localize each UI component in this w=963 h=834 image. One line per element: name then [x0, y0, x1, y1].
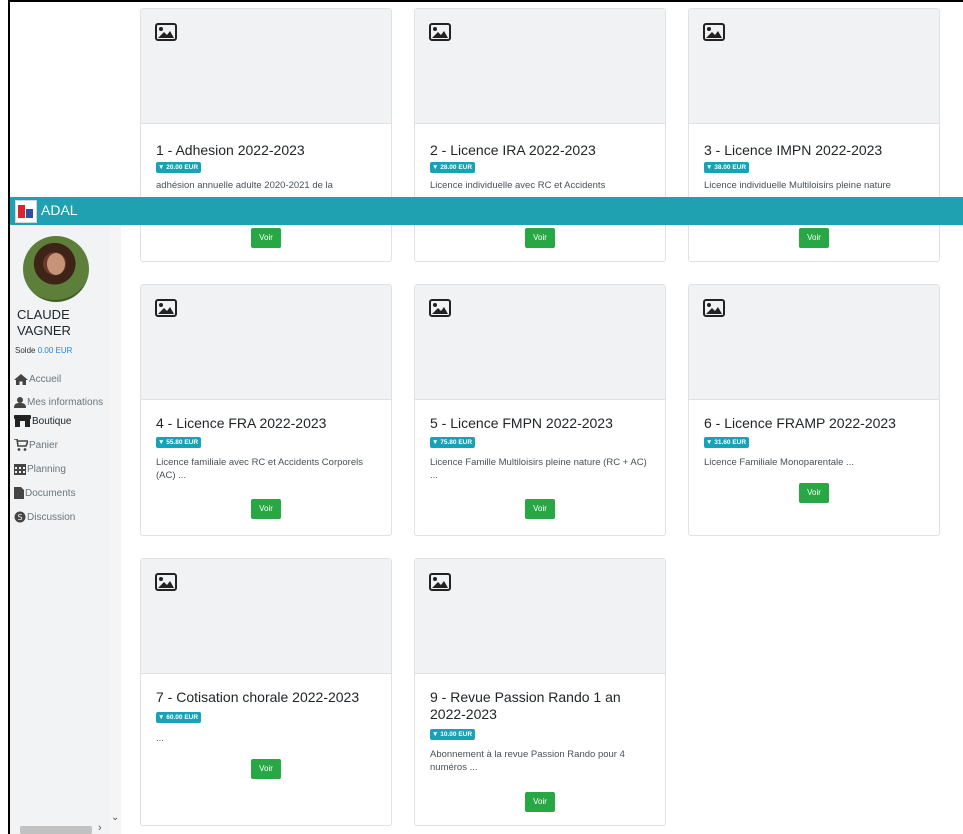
- user-icon: [14, 396, 26, 408]
- product-description: adhésion annuelle adulte 2020-2021 de la: [156, 180, 333, 191]
- price-badge: ▼ 31.60 EUR: [704, 437, 750, 448]
- image-icon: [429, 573, 451, 591]
- chevron-down-icon[interactable]: ⌄: [111, 812, 119, 823]
- product-image-placeholder: [141, 559, 391, 674]
- product-card: 5 - Licence FMPN 2022-2023 ▼ 75.80 EUR L…: [414, 284, 666, 536]
- product-image-placeholder: [415, 9, 665, 124]
- home-icon: [14, 373, 28, 385]
- product-description: Licence familiale avec RC et Accidents C…: [156, 457, 363, 481]
- voir-button[interactable]: Voir: [525, 792, 555, 812]
- price-badge: ▼ 28.00 EUR: [430, 162, 476, 173]
- user-avatar: [23, 236, 89, 302]
- product-card: 4 - Licence FRA 2022-2023 ▼ 55.80 EUR Li…: [140, 284, 392, 536]
- product-title[interactable]: 9 - Revue Passion Rando 1 an 2022-2023: [430, 689, 655, 723]
- product-title[interactable]: 1 - Adhesion 2022-2023: [156, 142, 381, 159]
- price-badge: ▼ 75.80 EUR: [430, 437, 476, 448]
- product-title[interactable]: 6 - Licence FRAMP 2022-2023: [704, 415, 929, 432]
- voir-button[interactable]: Voir: [799, 483, 829, 503]
- product-title[interactable]: 2 - Licence IRA 2022-2023: [430, 142, 655, 159]
- app-header: ADAL: [10, 197, 963, 225]
- image-icon: [155, 299, 177, 317]
- app-title[interactable]: ADAL: [41, 202, 78, 218]
- product-image-placeholder: [415, 559, 665, 674]
- sidebar: CLAUDE VAGNER Solde 0.00 EUR Accueil Mes…: [10, 225, 109, 834]
- product-description: Abonnement à la revue Passion Rando pour…: [430, 749, 625, 773]
- product-title[interactable]: 7 - Cotisation chorale 2022-2023: [156, 689, 381, 706]
- file-icon: [14, 487, 24, 500]
- sidebar-item-discussion[interactable]: S Discussion: [14, 511, 109, 524]
- price-badge: ▼ 55.80 EUR: [156, 437, 202, 448]
- image-icon: [155, 573, 177, 591]
- product-card: 7 - Cotisation chorale 2022-2023 ▼ 60.00…: [140, 558, 392, 826]
- product-description: Licence Familiale Monoparentale ...: [704, 457, 854, 468]
- image-icon: [429, 23, 451, 41]
- sidebar-scrollbar[interactable]: [109, 225, 121, 834]
- product-image-placeholder: [141, 9, 391, 124]
- product-title[interactable]: 5 - Licence FMPN 2022-2023: [430, 415, 655, 432]
- sidebar-item-mes-informations[interactable]: Mes informations: [14, 396, 109, 409]
- sidebar-item-planning[interactable]: Planning: [14, 463, 109, 476]
- product-image-placeholder: [689, 285, 939, 400]
- price-badge: ▼ 10.00 EUR: [430, 729, 476, 740]
- product-description: Licence individuelle Multiloisirs pleine…: [704, 180, 891, 191]
- product-image-placeholder: [141, 285, 391, 400]
- voir-button[interactable]: Voir: [251, 228, 281, 248]
- image-icon: [703, 23, 725, 41]
- user-balance: Solde 0.00 EUR: [15, 346, 73, 355]
- store-icon: [14, 415, 31, 428]
- product-card: 6 - Licence FRAMP 2022-2023 ▼ 31.60 EUR …: [688, 284, 940, 536]
- product-image-placeholder: [415, 285, 665, 400]
- horizontal-scrollbar-thumb[interactable]: [20, 826, 92, 834]
- voir-button[interactable]: Voir: [799, 228, 829, 248]
- chat-icon: S: [14, 511, 26, 523]
- chevron-right-icon[interactable]: ›: [98, 822, 102, 834]
- price-badge: ▼ 20.00 EUR: [156, 162, 202, 173]
- window-border-top: [8, 0, 963, 2]
- svg-text:S: S: [17, 513, 22, 522]
- sidebar-nav: Accueil Mes informations Boutique Panier…: [14, 373, 109, 524]
- price-badge: ▼ 60.00 EUR: [156, 712, 202, 723]
- price-badge: ▼ 38.00 EUR: [704, 162, 750, 173]
- voir-button[interactable]: Voir: [525, 228, 555, 248]
- image-icon: [429, 299, 451, 317]
- product-title[interactable]: 3 - Licence IMPN 2022-2023: [704, 142, 929, 159]
- product-title[interactable]: 4 - Licence FRA 2022-2023: [156, 415, 381, 432]
- cart-icon: [14, 439, 28, 452]
- sidebar-item-boutique[interactable]: Boutique: [14, 415, 109, 428]
- sidebar-item-panier[interactable]: Panier: [14, 439, 109, 452]
- product-description: Licence individuelle avec RC et Accident…: [430, 180, 606, 191]
- user-name: CLAUDE VAGNER: [17, 307, 71, 338]
- calendar-icon: [14, 464, 26, 476]
- image-icon: [155, 23, 177, 41]
- product-image-placeholder: [689, 9, 939, 124]
- voir-button[interactable]: Voir: [251, 499, 281, 519]
- sidebar-item-accueil[interactable]: Accueil: [14, 373, 109, 386]
- app-logo[interactable]: [15, 200, 37, 223]
- product-description: Licence Famille Multiloisirs pleine natu…: [430, 457, 647, 481]
- product-description: ...: [156, 733, 164, 744]
- voir-button[interactable]: Voir: [525, 499, 555, 519]
- image-icon: [703, 299, 725, 317]
- product-card: 9 - Revue Passion Rando 1 an 2022-2023 ▼…: [414, 558, 666, 826]
- sidebar-item-documents[interactable]: Documents: [14, 487, 109, 500]
- voir-button[interactable]: Voir: [251, 759, 281, 779]
